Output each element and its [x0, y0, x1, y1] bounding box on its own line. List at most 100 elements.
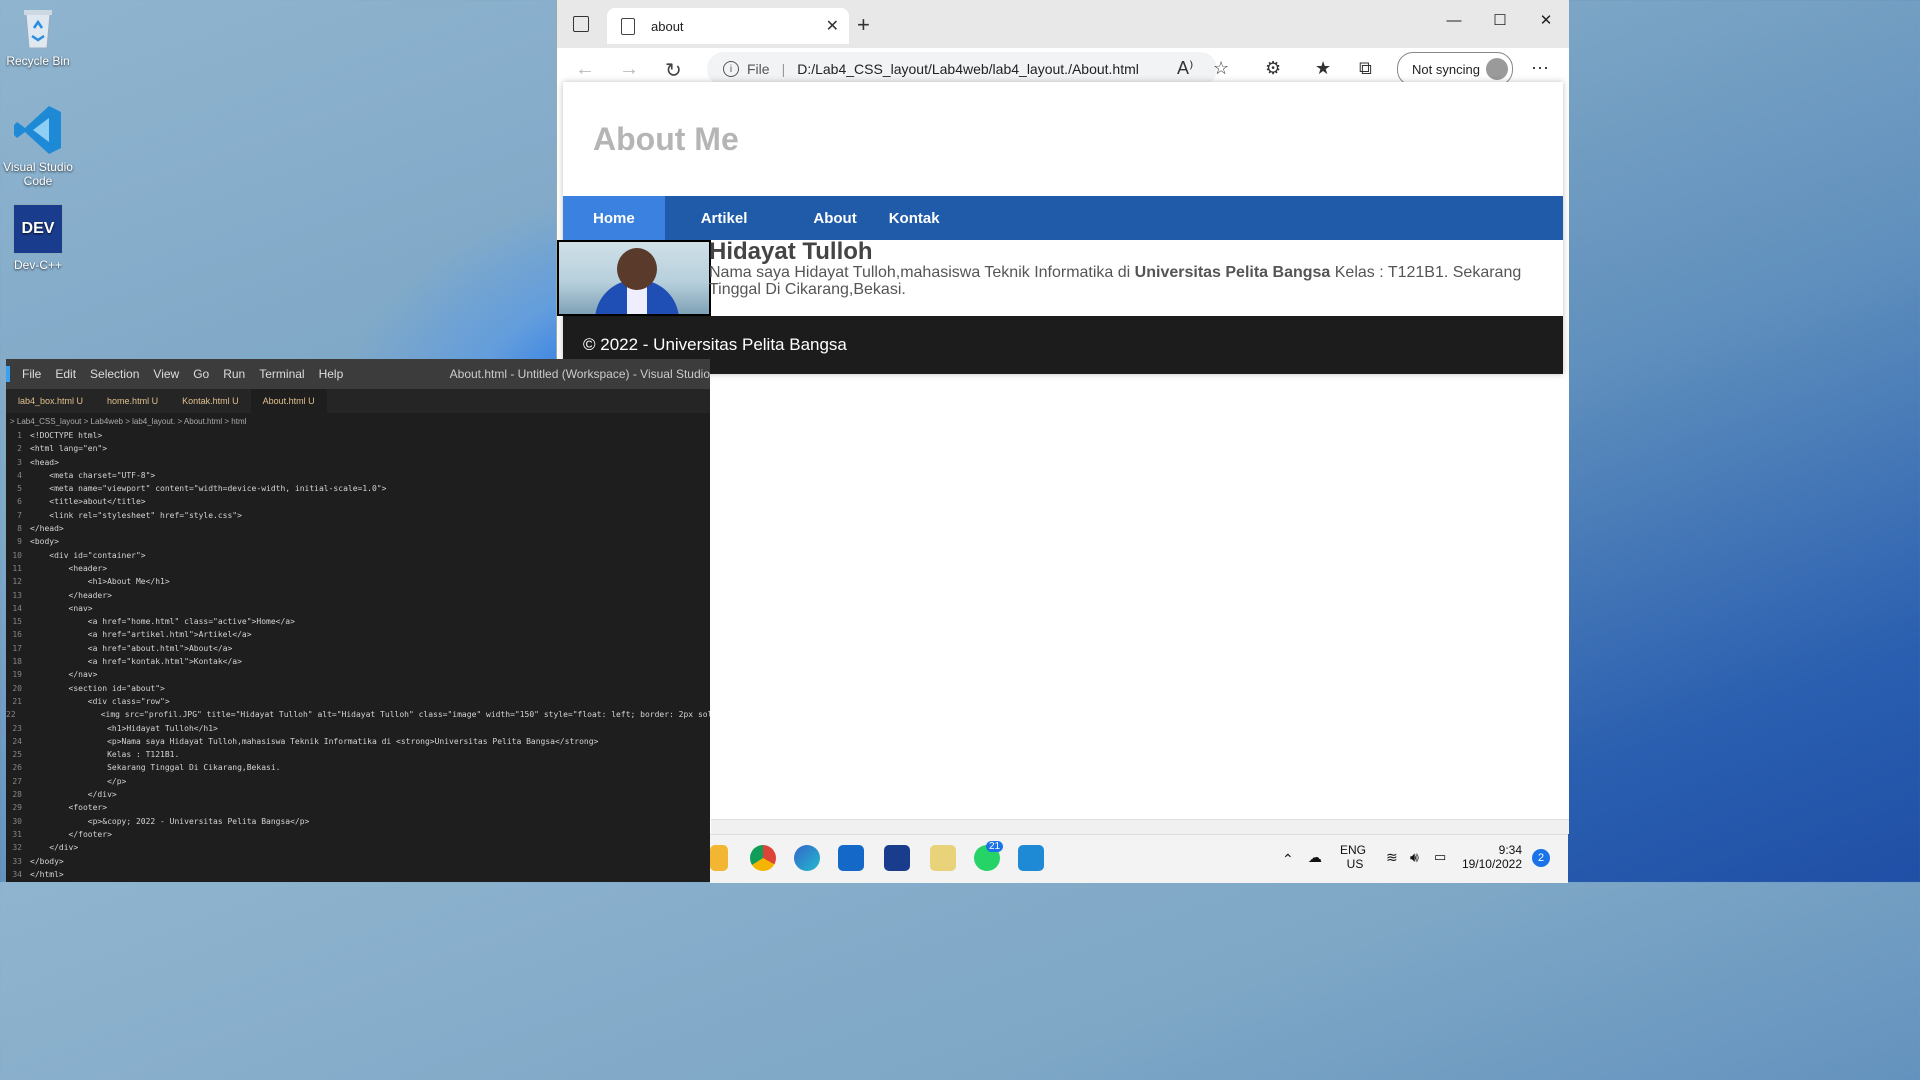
chrome-icon[interactable]: [750, 845, 776, 871]
close-window-button[interactable]: ✕: [1523, 0, 1569, 40]
menu-selection[interactable]: Selection: [90, 367, 139, 381]
new-tab-button[interactable]: +: [857, 12, 870, 38]
clock[interactable]: 9:34 19/10/2022: [1460, 843, 1522, 871]
code-line[interactable]: 3 <head>: [6, 456, 710, 469]
code-line[interactable]: 12 <h1>About Me</h1>: [6, 575, 710, 588]
file-explorer-icon[interactable]: [710, 845, 728, 871]
nav-home-link[interactable]: Home: [563, 196, 665, 240]
tab-about[interactable]: About.html U: [250, 389, 327, 413]
read-aloud-icon[interactable]: A⁾: [1177, 58, 1193, 79]
forward-icon[interactable]: →: [619, 58, 639, 81]
code-line[interactable]: 13 </header>: [6, 589, 710, 602]
vscode-window-title: About.html - Untitled (Workspace) - Visu…: [449, 367, 710, 381]
onedrive-icon[interactable]: ☁: [1308, 849, 1322, 866]
code-line[interactable]: 2 <html lang="en">: [6, 442, 710, 455]
code-line[interactable]: 29 <footer>: [6, 801, 710, 814]
code-text: <!DOCTYPE html>: [30, 431, 103, 440]
tab-kontak[interactable]: Kontak.html U: [170, 389, 251, 413]
code-line[interactable]: 16 <a href="artikel.html">Artikel</a>: [6, 628, 710, 641]
chevron-up-icon[interactable]: ⌃: [1282, 851, 1294, 868]
code-line[interactable]: 6 <title>about</title>: [6, 495, 710, 508]
nav-kontak-link[interactable]: Kontak: [889, 196, 974, 240]
breadcrumb[interactable]: > Lab4_CSS_layout > Lab4web > lab4_layou…: [6, 413, 710, 429]
devcpp-taskbar-icon[interactable]: [884, 845, 910, 871]
line-number: 23: [12, 723, 22, 733]
close-tab-icon[interactable]: ✕: [826, 16, 839, 36]
code-line[interactable]: 31 </footer>: [6, 828, 710, 841]
code-line[interactable]: 10 <div id="container">: [6, 549, 710, 562]
mail-icon[interactable]: [838, 845, 864, 871]
menu-run[interactable]: Run: [223, 367, 245, 381]
menu-go[interactable]: Go: [193, 367, 209, 381]
code-line[interactable]: 9 <body>: [6, 535, 710, 548]
maximize-button[interactable]: ☐: [1477, 0, 1523, 40]
info-icon[interactable]: i: [723, 61, 739, 77]
wifi-icon[interactable]: ≋: [1386, 849, 1398, 866]
menu-view[interactable]: View: [153, 367, 179, 381]
code-line[interactable]: 26 Sekarang Tinggal Di Cikarang,Bekasi.: [6, 761, 710, 774]
back-icon[interactable]: ←: [575, 58, 595, 81]
code-line[interactable]: 32 </div>: [6, 841, 710, 854]
language-indicator[interactable]: ENG US: [1340, 843, 1366, 871]
code-line[interactable]: 21 <div class="row">: [6, 695, 710, 708]
notification-badge[interactable]: 2: [1532, 849, 1550, 867]
code-line[interactable]: 22 <img src="profil.JPG" title="Hidayat …: [6, 708, 710, 721]
battery-icon[interactable]: ▭: [1434, 849, 1446, 865]
code-line[interactable]: 7 <link rel="stylesheet" href="style.css…: [6, 509, 710, 522]
code-line[interactable]: 23 <h1>Hidayat Tulloh</h1>: [6, 722, 710, 735]
horizontal-scrollbar[interactable]: [711, 819, 1569, 834]
add-favorite-icon[interactable]: ☆: [1213, 58, 1229, 79]
code-line[interactable]: 5 <meta name="viewport" content="width=d…: [6, 482, 710, 495]
page-title: About Me: [593, 120, 739, 157]
code-line[interactable]: 20 <section id="about">: [6, 682, 710, 695]
menu-terminal[interactable]: Terminal: [259, 367, 304, 381]
address-bar[interactable]: i File | D:/Lab4_CSS_layout/Lab4web/lab4…: [707, 52, 1217, 86]
menu-help[interactable]: Help: [319, 367, 344, 381]
code-line[interactable]: 28 </div>: [6, 788, 710, 801]
code-line[interactable]: 14 <nav>: [6, 602, 710, 615]
python-icon[interactable]: [930, 845, 956, 871]
volume-icon[interactable]: 🔊︎: [1410, 849, 1419, 866]
edge-icon[interactable]: [794, 845, 820, 871]
code-line[interactable]: 4 <meta charset="UTF-8">: [6, 469, 710, 482]
code-line[interactable]: 19 </nav>: [6, 668, 710, 681]
code-line[interactable]: 25 Kelas : T121B1.: [6, 748, 710, 761]
favorites-icon[interactable]: ★: [1315, 58, 1331, 79]
code-line[interactable]: 33 </body>: [6, 855, 710, 868]
code-line[interactable]: 18 <a href="kontak.html">Kontak</a>: [6, 655, 710, 668]
desktop-icon-devcpp[interactable]: DEV Dev-C++: [0, 204, 76, 272]
code-line[interactable]: 24 <p>Nama saya Hidayat Tulloh,mahasiswa…: [6, 735, 710, 748]
profile-sync-button[interactable]: Not syncing: [1397, 52, 1513, 86]
collections-icon[interactable]: ⧉: [1359, 58, 1372, 79]
menu-edit[interactable]: Edit: [55, 367, 76, 381]
tab-actions-icon[interactable]: [573, 16, 589, 32]
code-line[interactable]: 30 <p>&copy; 2022 - Universitas Pelita B…: [6, 815, 710, 828]
code-line[interactable]: 15 <a href="home.html" class="active">Ho…: [6, 615, 710, 628]
minimize-button[interactable]: —: [1431, 0, 1477, 40]
code-line[interactable]: 17 <a href="about.html">About</a>: [6, 642, 710, 655]
language-top: ENG: [1340, 843, 1367, 857]
desktop-icon-vscode[interactable]: Visual Studio Code: [0, 104, 76, 188]
menu-file[interactable]: File: [22, 367, 41, 381]
refresh-icon[interactable]: ↻: [665, 58, 682, 83]
code-line[interactable]: 27 </p>: [6, 775, 710, 788]
code-text: <html lang="en">: [30, 444, 108, 454]
line-number: 25: [12, 750, 22, 760]
tab-home[interactable]: home.html U: [95, 389, 170, 413]
extensions-icon[interactable]: ⚙: [1265, 58, 1281, 79]
code-line[interactable]: 34 </html>: [6, 868, 710, 881]
code-line[interactable]: 1 <!DOCTYPE html>: [6, 429, 710, 442]
code-text: <title>about</title>: [30, 497, 146, 507]
code-line[interactable]: 8 </head>: [6, 522, 710, 535]
more-menu-icon[interactable]: ⋯: [1531, 58, 1549, 79]
code-editor[interactable]: 1 <!DOCTYPE html> 2 <html lang="en"> 3 <head>…: [6, 429, 710, 881]
desktop-icon-recycle-bin[interactable]: Recycle Bin: [0, 6, 76, 68]
nav-about-link[interactable]: About: [813, 196, 888, 240]
code-line[interactable]: 11 <header>: [6, 562, 710, 575]
browser-tabbar: about ✕ + — ☐ ✕: [557, 0, 1569, 48]
address-separator: |: [781, 61, 786, 77]
vscode-taskbar-icon[interactable]: [1018, 845, 1044, 871]
nav-artikel-link[interactable]: Artikel: [701, 196, 782, 240]
tab-lab4-box[interactable]: lab4_box.html U: [6, 389, 95, 413]
browser-tab[interactable]: about ✕: [607, 8, 849, 44]
